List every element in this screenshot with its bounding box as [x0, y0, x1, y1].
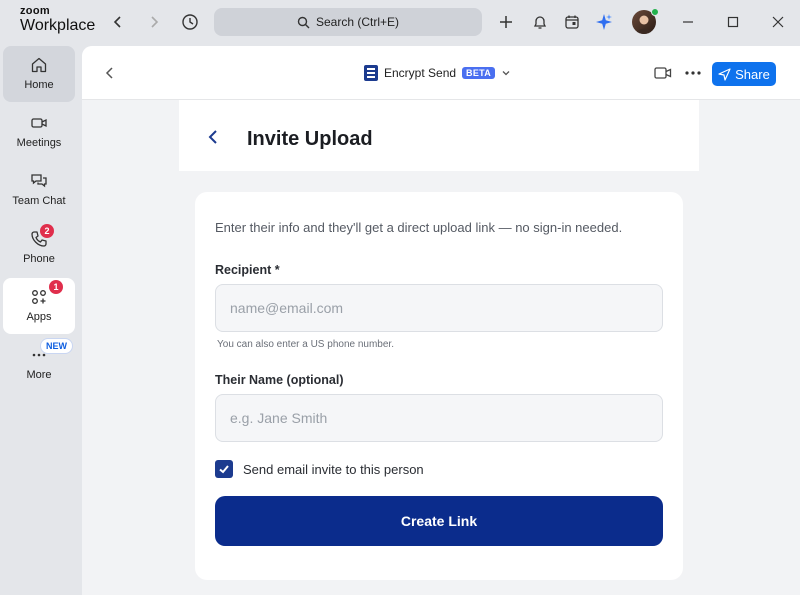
zoom-workplace-logo: zoom Workplace [20, 6, 95, 34]
add-button[interactable] [494, 10, 518, 34]
sidebar-item-team-chat[interactable]: Team Chat [3, 162, 75, 218]
sidebar: Home Meetings Team Chat Phone 2 Apps 1 M… [0, 44, 80, 595]
chevron-left-icon [208, 130, 217, 144]
back-nav-button[interactable] [106, 10, 130, 34]
share-button[interactable]: Share [712, 62, 776, 86]
main-panel: Encrypt Send BETA Share Invite Upload En… [82, 46, 800, 595]
video-camera-icon [31, 118, 47, 128]
intro-text: Enter their info and they'll get a direc… [215, 220, 623, 235]
chevron-left-icon [113, 16, 121, 28]
app-header: Encrypt Send BETA Share [82, 46, 800, 100]
recipient-input[interactable] [215, 284, 663, 332]
video-camera-icon [654, 67, 672, 79]
calendar-button[interactable] [560, 10, 584, 34]
email-invite-option[interactable]: Send email invite to this person [215, 460, 424, 478]
search-icon [297, 16, 310, 28]
name-label: Their Name (optional) [215, 373, 344, 387]
sidebar-item-label: Home [24, 79, 54, 91]
sidebar-item-label: Apps [26, 311, 52, 323]
plus-icon [500, 16, 512, 28]
sidebar-item-apps[interactable]: Apps 1 [3, 278, 75, 334]
sidebar-item-label: Phone [23, 253, 55, 265]
send-icon [718, 67, 731, 81]
invite-form-card: Enter their info and they'll get a direc… [195, 192, 683, 580]
calendar-icon [565, 15, 579, 29]
sidebar-item-home[interactable]: Home [3, 46, 75, 102]
maximize-icon [727, 16, 739, 28]
ai-companion-button[interactable] [592, 10, 616, 34]
sidebar-item-label: Team Chat [12, 195, 66, 207]
title-bar: zoom Workplace Search (Ctrl+E) [0, 0, 800, 44]
recipient-hint: You can also enter a US phone number. [217, 339, 394, 350]
video-button[interactable] [654, 66, 672, 85]
more-options-button[interactable] [684, 66, 702, 85]
sidebar-item-label: Meetings [16, 137, 62, 149]
minimize-button[interactable] [676, 10, 700, 34]
header-back-button[interactable] [104, 66, 116, 85]
apps-count-badge: 1 [49, 280, 63, 294]
notifications-button[interactable] [528, 10, 552, 34]
phone-count-badge: 2 [40, 224, 54, 238]
page-title: Invite Upload [247, 128, 373, 150]
app-switcher[interactable]: Encrypt Send BETA [364, 65, 511, 81]
chevron-left-icon [105, 67, 113, 79]
app-name: Encrypt Send [384, 66, 457, 80]
recipient-label: Recipient * [215, 263, 280, 277]
more-dots-icon [685, 71, 701, 75]
search-bar[interactable]: Search (Ctrl+E) [214, 8, 482, 36]
presence-status-dot [651, 8, 659, 16]
forward-nav-button[interactable] [142, 10, 166, 34]
close-window-button[interactable] [766, 10, 790, 34]
sidebar-item-meetings[interactable]: Meetings [3, 104, 75, 160]
close-icon [772, 16, 784, 28]
chat-bubbles-icon [31, 174, 47, 188]
chevron-right-icon [151, 16, 159, 28]
minimize-icon [683, 21, 693, 23]
home-icon [31, 57, 47, 73]
share-label: Share [735, 66, 770, 82]
chevron-down-icon [502, 71, 510, 76]
maximize-button[interactable] [721, 10, 745, 34]
name-input[interactable] [215, 394, 663, 442]
sidebar-item-phone[interactable]: Phone 2 [3, 220, 75, 276]
sparkle-icon [596, 14, 612, 30]
brand-bottom: Workplace [20, 17, 96, 34]
beta-badge: BETA [462, 67, 496, 79]
checkmark-icon [219, 465, 229, 474]
page-header: Invite Upload [179, 100, 699, 171]
history-button[interactable] [178, 10, 202, 34]
email-invite-label: Send email invite to this person [243, 461, 424, 477]
search-label: Search (Ctrl+E) [315, 15, 400, 29]
create-link-button[interactable]: Create Link [215, 496, 663, 546]
email-invite-checkbox[interactable] [215, 460, 233, 478]
encrypt-send-logo-icon [364, 65, 378, 81]
brand-top: zoom [20, 5, 50, 17]
create-link-label: Create Link [400, 513, 478, 529]
sidebar-item-label: More [26, 369, 52, 381]
bell-icon [533, 16, 547, 29]
history-icon [182, 14, 198, 30]
new-badge: NEW [40, 338, 73, 354]
apps-grid-icon [32, 290, 46, 304]
page-back-button[interactable] [207, 129, 219, 150]
